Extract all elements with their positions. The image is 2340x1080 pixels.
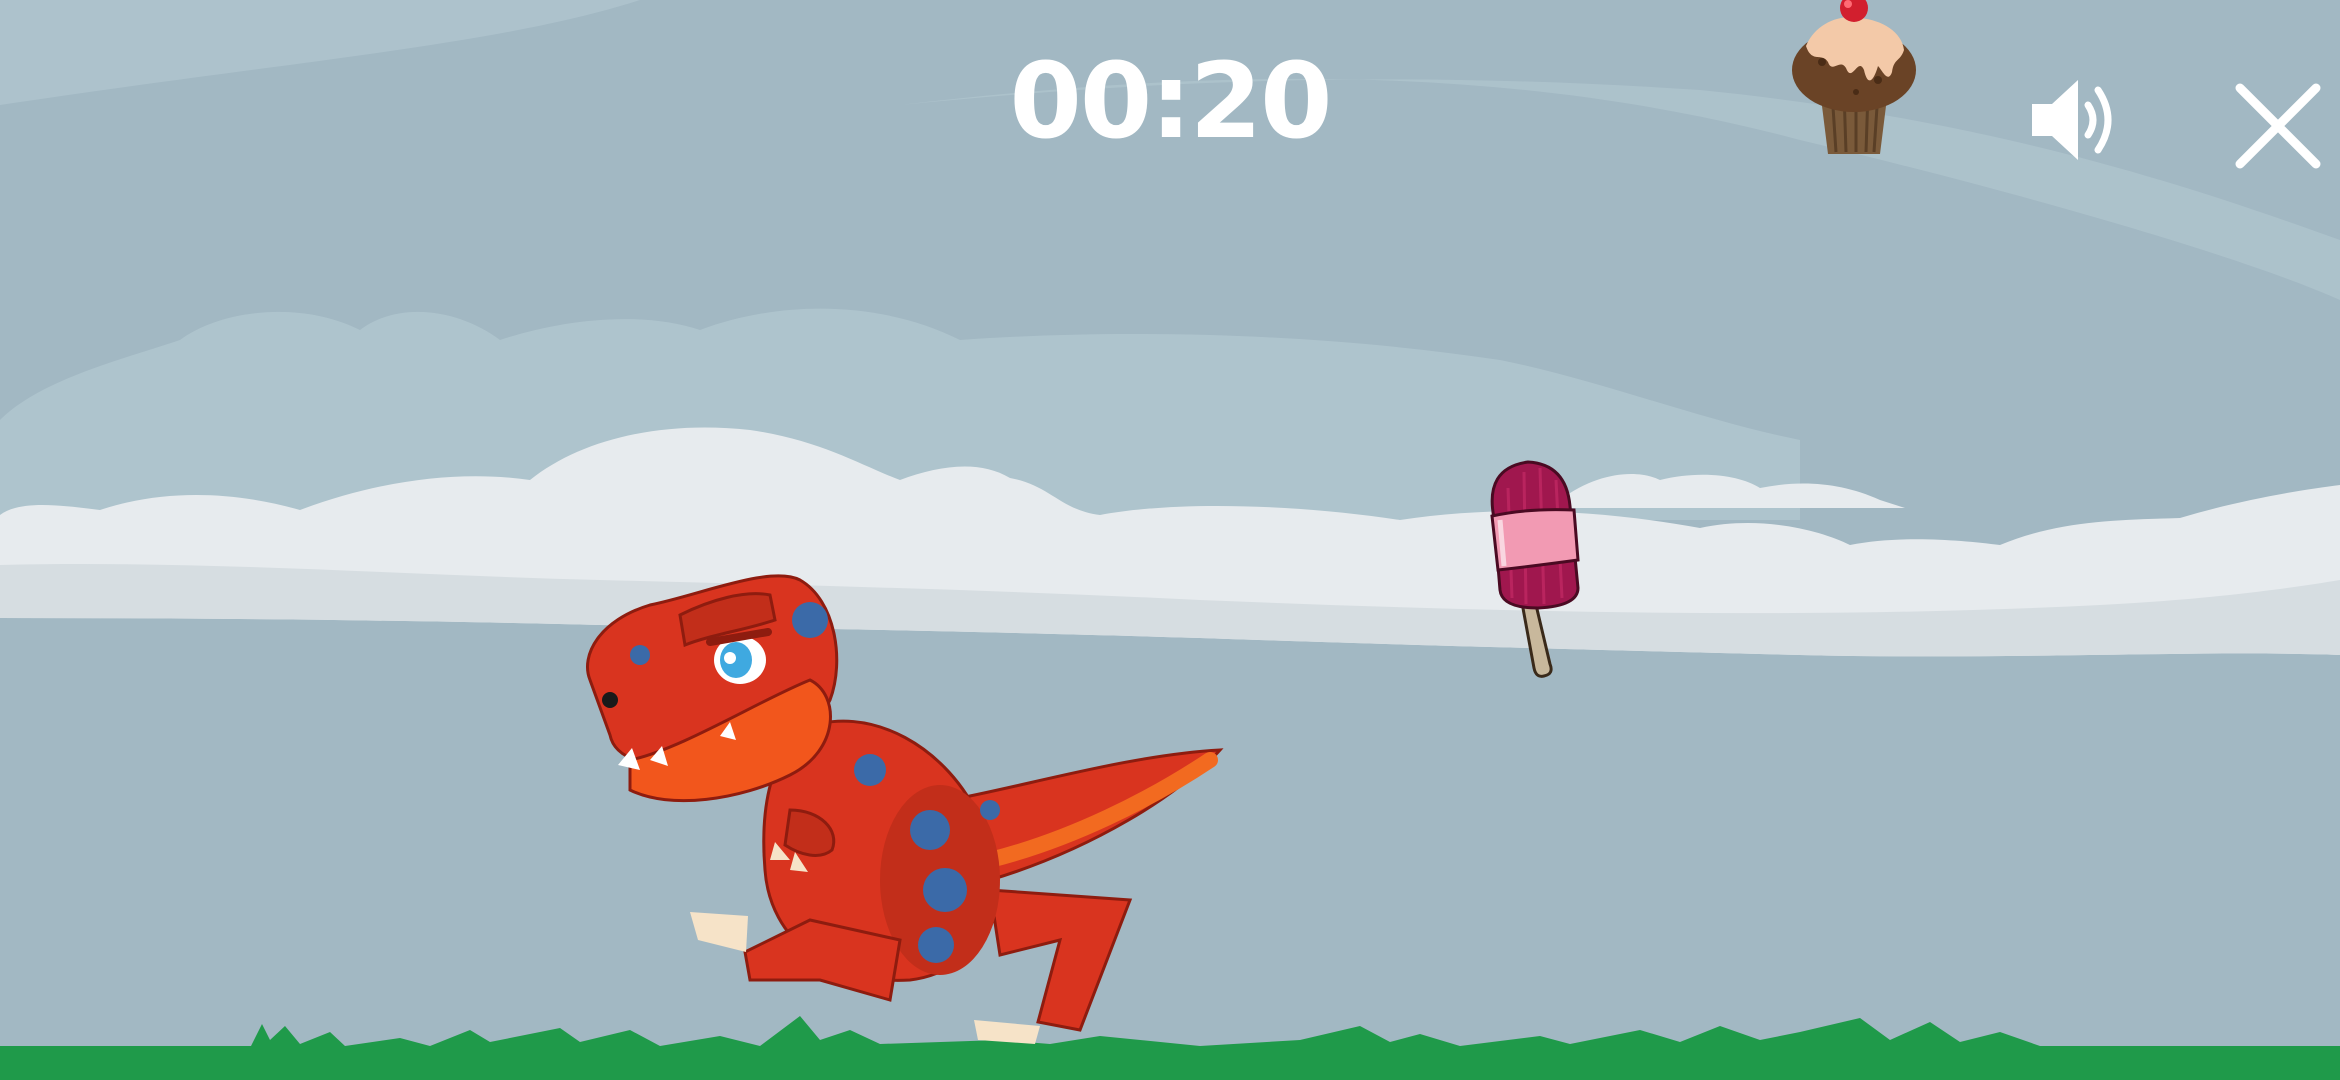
cupcake-item[interactable]	[1782, 0, 1926, 160]
player-dinosaur	[586, 574, 1224, 1044]
close-button[interactable]	[2230, 78, 2326, 174]
speaker-volume-icon	[2032, 80, 2112, 160]
timer: 00:20	[1009, 40, 1332, 162]
close-x-icon	[2235, 83, 2321, 169]
game-stage[interactable]: 00:20	[0, 0, 2340, 1080]
popsicle-item[interactable]	[1478, 458, 1588, 678]
sound-button[interactable]	[2028, 70, 2128, 170]
ground	[0, 1046, 2340, 1080]
